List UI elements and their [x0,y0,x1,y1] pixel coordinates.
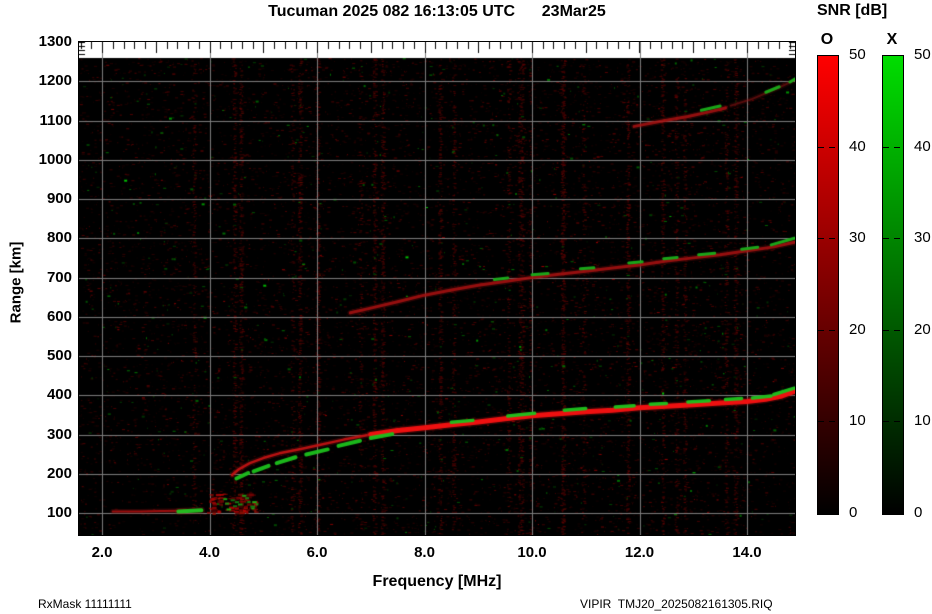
colorbar-dash [829,238,835,240]
x-tick-label: 6.0 [306,544,328,561]
x-tick-label: 10.0 [517,544,547,561]
colorbar-dash [894,421,900,423]
colorbar-dash [894,238,900,240]
colorbar-dash [818,421,824,423]
y-tick-label: 1000 [38,150,72,168]
x-tick-label: 2.0 [91,544,113,561]
x-tick-label: 12.0 [624,544,655,561]
x-axis-label: Frequency [MHz] [372,573,502,590]
colorbar-dash [818,146,824,148]
colorbar-tick-label: 40 [914,137,931,155]
y-tick-label: 300 [46,425,72,443]
colorbar-tick-label: 50 [914,46,931,63]
y-tick-label: 900 [46,190,72,207]
colorbar-dash [829,146,835,148]
y-tick-label: 200 [46,464,72,482]
ionogram-canvas [79,42,795,535]
colorbar-tick-label: 40 [849,137,866,155]
colorbar-tick-label: 50 [849,46,866,63]
colorbar-dash [829,329,835,331]
filename-footer: VIPIR TMJ20_2025082161305.RIQ [580,597,773,611]
x-tick-label: 14.0 [732,544,762,561]
y-tick-label: 1200 [38,72,72,90]
colorbar-dash [883,146,889,148]
y-tick-label: 500 [46,347,72,364]
colorbar-tick-label: 10 [914,412,931,430]
colorbar-dash [883,421,889,423]
colorbar-letter-O: O [820,31,834,48]
y-tick-label: 800 [46,229,72,247]
y-tick-label: 1300 [38,33,72,50]
colorbar-dash [883,238,889,240]
colorbar-title: SNR [dB] [817,2,888,19]
colorbar-tick-label: 20 [849,320,866,338]
colorbar-dash [894,329,900,331]
rxmask-footer: RxMask 11111111 [38,597,132,611]
colorbar-dash [894,146,900,148]
colorbar-tick-label: 30 [914,229,931,247]
y-tick-label: 1100 [39,111,72,129]
colorbar-letter-X: X [886,31,898,48]
colorbar-X [882,55,904,515]
colorbar-dash [818,238,824,240]
colorbar-tick-label: 0 [914,504,923,521]
y-tick-label: 700 [46,268,72,286]
colorbar-tick-label: 0 [849,504,858,521]
colorbar-O [817,55,839,515]
plot-frame [78,41,796,536]
plot-title: Tucuman 2025 082 16:13:05 UTC 23Mar25 [268,3,606,20]
colorbar-dash [829,421,835,423]
x-tick-label: 4.0 [199,544,220,561]
y-tick-label: 400 [46,386,72,404]
colorbar-tick-label: 10 [849,412,866,430]
colorbar-dash [818,329,824,331]
colorbar-tick-label: 30 [849,229,866,247]
colorbar-dash [883,329,889,331]
colorbar-tick-label: 20 [914,320,931,338]
ionogram-page: { "title": "Tucuman 2025 082 16:13:05 UT… [0,0,932,614]
y-tick-label: 100 [46,504,72,521]
y-tick-label: 600 [46,307,72,325]
x-tick-label: 8.0 [414,544,435,561]
